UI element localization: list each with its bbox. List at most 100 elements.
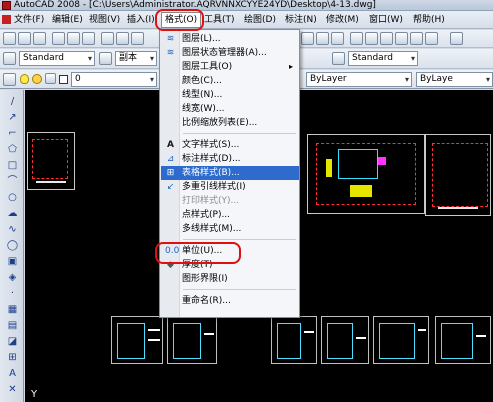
table-style-select[interactable]: Standard bbox=[348, 51, 418, 66]
linetype-select[interactable]: ByLayer bbox=[306, 72, 412, 87]
menu-draw[interactable]: 绘图(D) bbox=[244, 14, 276, 26]
layer-state-icon: ≋ bbox=[166, 48, 175, 58]
text-style-icon[interactable] bbox=[3, 52, 16, 65]
menu-item-drawing-limits[interactable]: 图形界限(I) bbox=[161, 272, 299, 286]
preview-icon[interactable] bbox=[67, 32, 80, 45]
menu-separator bbox=[183, 289, 296, 290]
menu-item-linetype[interactable]: 线型(N)... bbox=[161, 88, 299, 102]
menu-item-rename[interactable]: 重命名(R)... bbox=[161, 294, 299, 308]
drawing-sheet bbox=[321, 316, 369, 364]
polygon-icon[interactable]: ⬠ bbox=[6, 144, 19, 156]
rectangle-icon[interactable]: □ bbox=[6, 160, 19, 172]
menu-help[interactable]: 帮助(H) bbox=[413, 14, 445, 26]
tool-palettes-icon[interactable] bbox=[380, 32, 393, 45]
draw-toolbar: / ↗ ⌐ ⬠ □ ⌒ ○ ☁ ∿ ◯ ▣ ◈ · ▦ ▤ ◪ ⊞ A ✕ bbox=[0, 90, 24, 402]
menu-tools[interactable]: 工具(T) bbox=[204, 14, 235, 26]
circle-icon[interactable]: ○ bbox=[6, 192, 19, 204]
cut-icon[interactable] bbox=[101, 32, 114, 45]
floor-plan-right bbox=[425, 134, 491, 216]
erase-icon[interactable]: ✕ bbox=[6, 384, 19, 396]
drawing-sheet bbox=[271, 316, 317, 364]
publish-icon[interactable] bbox=[82, 32, 95, 45]
region-icon[interactable]: ◪ bbox=[6, 336, 19, 348]
title-bar: AutoCAD 2008 - [C:\Users\Administrator.A… bbox=[0, 0, 493, 11]
layer-icon: ≋ bbox=[166, 34, 175, 44]
construction-line-icon[interactable]: ↗ bbox=[6, 112, 19, 124]
drawing-sheet bbox=[111, 316, 163, 364]
revision-cloud-icon[interactable]: ☁ bbox=[6, 208, 19, 220]
dim-style-icon[interactable] bbox=[99, 52, 112, 65]
drawing-sheet bbox=[435, 316, 491, 364]
layer-color-swatch bbox=[59, 75, 68, 84]
make-block-icon[interactable]: ◈ bbox=[6, 272, 19, 284]
menu-dimension[interactable]: 标注(N) bbox=[285, 14, 317, 26]
layer-lock-icon[interactable] bbox=[45, 73, 56, 84]
calculator-icon[interactable] bbox=[425, 32, 438, 45]
point-icon[interactable]: · bbox=[6, 288, 19, 300]
document-icon[interactable] bbox=[2, 15, 11, 24]
print-icon[interactable] bbox=[52, 32, 65, 45]
menu-bar: 文件(F) 编辑(E) 视图(V) 插入(I) 格式(O) 工具(T) 绘图(D… bbox=[0, 11, 493, 29]
properties-icon[interactable] bbox=[350, 32, 363, 45]
menu-item-layer-state-manager[interactable]: ≋ 图层状态管理器(A)... bbox=[161, 46, 299, 60]
arc-icon[interactable]: ⌒ bbox=[6, 176, 19, 188]
line-icon[interactable]: / bbox=[6, 96, 19, 108]
menu-item-lineweight[interactable]: 线宽(W)... bbox=[161, 102, 299, 116]
dim-style-select[interactable]: 副本 bbox=[115, 51, 157, 66]
paste-icon[interactable] bbox=[131, 32, 144, 45]
annotation-oval-units bbox=[155, 242, 241, 264]
floor-plan-center bbox=[307, 134, 425, 214]
layer-thaw-icon[interactable] bbox=[32, 74, 42, 84]
menu-item-dimension-style[interactable]: ⊿ 标注样式(D)... bbox=[161, 152, 299, 166]
menu-item-scale-list[interactable]: 比例缩放列表(E)... bbox=[161, 116, 299, 130]
spline-icon[interactable]: ∿ bbox=[6, 224, 19, 236]
drawing-sheet bbox=[167, 316, 217, 364]
submenu-arrow-icon: ▸ bbox=[288, 62, 293, 71]
gradient-icon[interactable]: ▤ bbox=[6, 320, 19, 332]
copy-icon[interactable] bbox=[116, 32, 129, 45]
menu-view[interactable]: 视图(V) bbox=[89, 14, 120, 26]
menu-insert[interactable]: 插入(I) bbox=[127, 14, 155, 26]
menu-item-layer-tools[interactable]: 图层工具(O) ▸ bbox=[161, 60, 299, 74]
table-style-icon: ⊞ bbox=[166, 168, 175, 178]
menu-item-color[interactable]: 颜色(C)... bbox=[161, 74, 299, 88]
layer-manager-icon[interactable] bbox=[3, 73, 16, 86]
zoom-icon[interactable] bbox=[301, 32, 314, 45]
menu-item-multileader-style[interactable]: ↙ 多重引线样式(I) bbox=[161, 180, 299, 194]
zoom-previous-icon[interactable] bbox=[331, 32, 344, 45]
mtext-icon[interactable]: A bbox=[6, 368, 19, 380]
menu-file[interactable]: 文件(F) bbox=[14, 14, 44, 26]
new-icon[interactable] bbox=[3, 32, 16, 45]
dim-style-icon: ⊿ bbox=[166, 154, 175, 164]
text-style-icon: A bbox=[167, 140, 174, 150]
ucs-icon: Y bbox=[31, 389, 38, 400]
menu-item-layer[interactable]: ≋ 图层(L)... bbox=[161, 32, 299, 46]
design-center-icon[interactable] bbox=[365, 32, 378, 45]
table-style-icon[interactable] bbox=[332, 52, 345, 65]
menu-window[interactable]: 窗口(W) bbox=[369, 14, 403, 26]
hatch-icon[interactable]: ▦ bbox=[6, 304, 19, 316]
menu-edit[interactable]: 编辑(E) bbox=[52, 14, 83, 26]
format-menu: ≋ 图层(L)... ≋ 图层状态管理器(A)... 图层工具(O) ▸ 颜色(… bbox=[159, 29, 300, 318]
menu-modify[interactable]: 修改(M) bbox=[326, 14, 359, 26]
menu-item-text-style[interactable]: A 文字样式(S)... bbox=[161, 138, 299, 152]
menu-item-table-style[interactable]: ⊞ 表格样式(B)... bbox=[161, 166, 299, 180]
zoom-window-icon[interactable] bbox=[316, 32, 329, 45]
polyline-icon[interactable]: ⌐ bbox=[6, 128, 19, 140]
autocad-app-icon bbox=[2, 1, 11, 10]
ellipse-icon[interactable]: ◯ bbox=[6, 240, 19, 252]
table-icon[interactable]: ⊞ bbox=[6, 352, 19, 364]
sheet-set-icon[interactable] bbox=[395, 32, 408, 45]
save-icon[interactable] bbox=[33, 32, 46, 45]
markup-icon[interactable] bbox=[410, 32, 423, 45]
drawing-sheet bbox=[373, 316, 429, 364]
layer-select[interactable]: 0 bbox=[71, 72, 157, 87]
open-icon[interactable] bbox=[18, 32, 31, 45]
help-icon[interactable] bbox=[450, 32, 463, 45]
lineweight-select[interactable]: ByLaye bbox=[416, 72, 493, 87]
layer-on-icon[interactable] bbox=[20, 74, 29, 84]
menu-item-point-style[interactable]: 点样式(P)... bbox=[161, 208, 299, 222]
menu-item-multiline-style[interactable]: 多线样式(M)... bbox=[161, 222, 299, 236]
text-style-select[interactable]: Standard bbox=[19, 51, 95, 66]
insert-block-icon[interactable]: ▣ bbox=[6, 256, 19, 268]
